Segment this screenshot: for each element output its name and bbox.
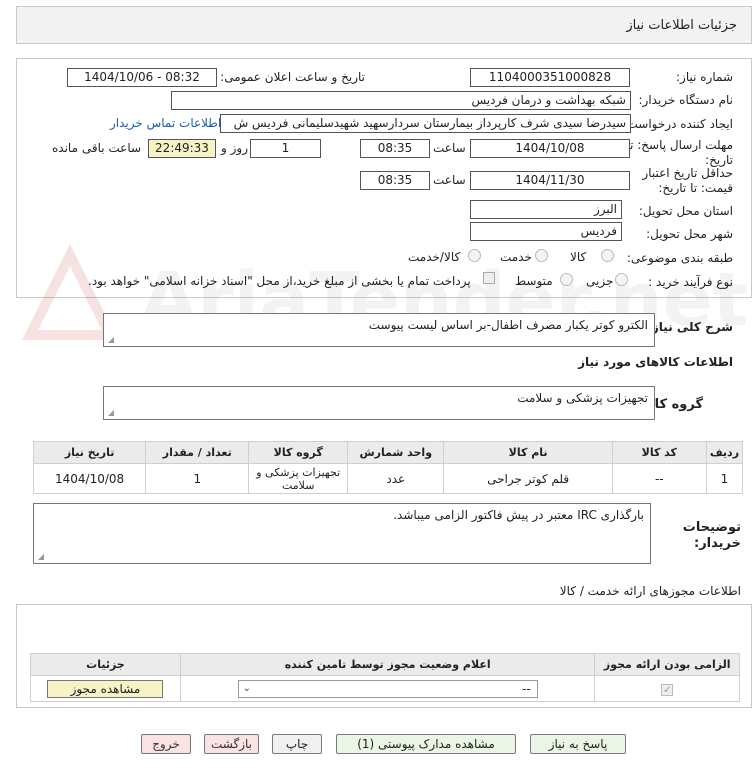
process-label: نوع فرآیند خرید :	[648, 275, 733, 289]
validity-time-field: 08:35	[360, 171, 430, 190]
province-label: استان محل تحویل:	[638, 204, 733, 218]
permits-table: الزامی بودن ارائه مجوز اعلام وضعیت مجوز …	[30, 653, 740, 702]
deadline-time-field: 08:35	[360, 139, 430, 158]
requester-field: سیدرضا سیدی شرف کارپرداز بیمارستان سردار…	[220, 114, 631, 133]
col-row: ردیف	[705, 441, 744, 464]
goods-table-header: ردیف کد کالا نام کالا واحد شمارش گروه کا…	[32, 441, 744, 464]
buyer-org-label: نام دستگاه خریدار:	[638, 93, 734, 107]
goods-group-text: تجهیزات پزشکی و سلامت	[517, 391, 648, 405]
cell-qty: 1	[145, 463, 250, 494]
validity-label-line2: قیمت: تا تاریخ:	[658, 181, 733, 195]
need-number-label: شماره نیاز:	[676, 70, 733, 84]
treasury-payment-checkbox[interactable]	[483, 272, 495, 284]
remaining-time-field: 22:49:33	[148, 139, 216, 158]
cell-code: --	[611, 463, 707, 494]
buyer-notes-label-line1: توضیحات	[682, 520, 741, 535]
treasury-payment-note: پرداخت تمام یا بخشی از مبلغ خرید،از محل …	[88, 274, 471, 288]
city-label: شهر محل تحویل:	[646, 227, 733, 241]
cell-name: قلم کوتر جراحی	[443, 463, 613, 494]
city-field: فردیس	[470, 222, 622, 241]
category-label: طبقه بندی موضوعی:	[626, 251, 733, 265]
process-radio-minor[interactable]	[615, 273, 628, 286]
col-details: جزئیات	[30, 653, 181, 676]
col-date: تاریخ نیاز	[32, 441, 147, 464]
cell-date: 1404/10/08	[32, 463, 147, 494]
col-name: نام کالا	[443, 441, 613, 464]
cell-unit: عدد	[347, 463, 445, 494]
buyer-notes-text: بارگذاری IRC معتبر در پیش فاکتور الزامی …	[393, 508, 644, 522]
buyer-notes-label-line2: خریدار:	[694, 536, 741, 551]
province-field: البرز	[470, 200, 622, 219]
buyer-notes-textarea: بارگذاری IRC معتبر در پیش فاکتور الزامی …	[33, 503, 651, 564]
cell-group: تجهیزات پزشکی و سلامت	[248, 463, 349, 494]
category-option-both: کالا/خدمت	[408, 250, 461, 264]
permit-status-select[interactable]: -- ⌄	[237, 679, 538, 698]
exit-button[interactable]: خروج	[141, 734, 191, 754]
table-row: ✓ -- ⌄ مشاهده مجوز	[30, 675, 740, 702]
status-cell: -- ⌄	[179, 675, 596, 702]
process-option-minor: جزیی	[586, 274, 614, 288]
validity-date-field: 1404/11/30	[470, 171, 630, 190]
days-field: 1	[250, 139, 321, 158]
required-check-icon: ✓	[661, 683, 674, 696]
page-header: جزئیات اطلاعات نیاز	[16, 6, 752, 44]
days-label: روز و	[221, 141, 248, 155]
validity-label-line1: حداقل تاریخ اعتبار	[642, 166, 733, 180]
buyer-contact-link[interactable]: اطلاعات تماس خریدار	[110, 116, 221, 130]
permit-status-value: --	[522, 681, 531, 696]
need-number-field: 1104000351000828	[470, 68, 630, 87]
process-option-medium: متوسط	[515, 274, 553, 288]
back-button[interactable]: بازگشت	[204, 734, 259, 754]
details-cell: مشاهده مجوز	[30, 675, 181, 702]
category-radio-goods[interactable]	[601, 249, 614, 262]
col-status: اعلام وضعیت مجوز توسط تامین کننده	[179, 653, 596, 676]
table-row: 1 -- قلم کوتر جراحی عدد تجهیزات پزشکی و …	[32, 463, 744, 494]
deadline-time-label: ساعت	[433, 141, 466, 155]
remaining-label: ساعت باقی مانده	[52, 141, 142, 155]
col-code: کد کالا	[611, 441, 707, 464]
chevron-down-icon: ⌄	[242, 682, 252, 694]
page-title: جزئیات اطلاعات نیاز	[626, 18, 737, 33]
resize-grip-icon[interactable]: ◢	[106, 336, 114, 344]
view-permit-button[interactable]: مشاهده مجوز	[47, 679, 164, 698]
col-group: گروه کالا	[248, 441, 349, 464]
print-button[interactable]: چاپ	[272, 734, 322, 754]
view-attachments-button[interactable]: مشاهده مدارک پیوستی (1)	[336, 734, 516, 754]
goods-table: ردیف کد کالا نام کالا واحد شمارش گروه کا…	[32, 441, 744, 494]
category-radio-both[interactable]	[468, 249, 481, 262]
col-unit: واحد شمارش	[347, 441, 445, 464]
col-required: الزامی بودن ارائه مجوز	[594, 653, 740, 676]
validity-time-label: ساعت	[433, 173, 466, 187]
required-cell: ✓	[594, 675, 740, 702]
col-qty: تعداد / مقدار	[145, 441, 250, 464]
description-label: شرح کلی نیاز:	[647, 320, 733, 334]
deadline-label-line2: تاریخ:	[705, 153, 733, 167]
announce-field: 1404/10/06 - 08:32	[67, 68, 217, 87]
goods-section-title: اطلاعات کالاهای مورد نیاز	[578, 355, 733, 369]
description-text: الکترو کوتر یکبار مصرف اطفال-بر اساس لیس…	[368, 318, 648, 332]
resize-grip-icon[interactable]: ◢	[36, 553, 44, 561]
category-radio-service[interactable]	[535, 249, 548, 262]
goods-group-textarea: تجهیزات پزشکی و سلامت ◢	[103, 386, 655, 420]
category-option-service: خدمت	[500, 250, 532, 264]
process-radio-medium[interactable]	[560, 273, 573, 286]
permits-title: اطلاعات مجوزهای ارائه خدمت / کالا	[559, 584, 741, 598]
deadline-label-line1: مهلت ارسال پاسخ: تا	[626, 138, 733, 152]
description-textarea: الکترو کوتر یکبار مصرف اطفال-بر اساس لیس…	[103, 313, 655, 347]
deadline-date-field: 1404/10/08	[470, 139, 630, 158]
announce-label: تاریخ و ساعت اعلان عمومی:	[220, 70, 365, 84]
permits-table-header: الزامی بودن ارائه مجوز اعلام وضعیت مجوز …	[30, 653, 740, 676]
requester-label: ایجاد کننده درخواست:	[622, 117, 733, 131]
reply-button[interactable]: پاسخ به نیاز	[530, 734, 626, 754]
buyer-org-field: شبکه بهداشت و درمان فردیس	[171, 91, 631, 110]
cell-row: 1	[705, 463, 744, 494]
category-option-goods: کالا	[570, 250, 587, 264]
resize-grip-icon[interactable]: ◢	[106, 409, 114, 417]
